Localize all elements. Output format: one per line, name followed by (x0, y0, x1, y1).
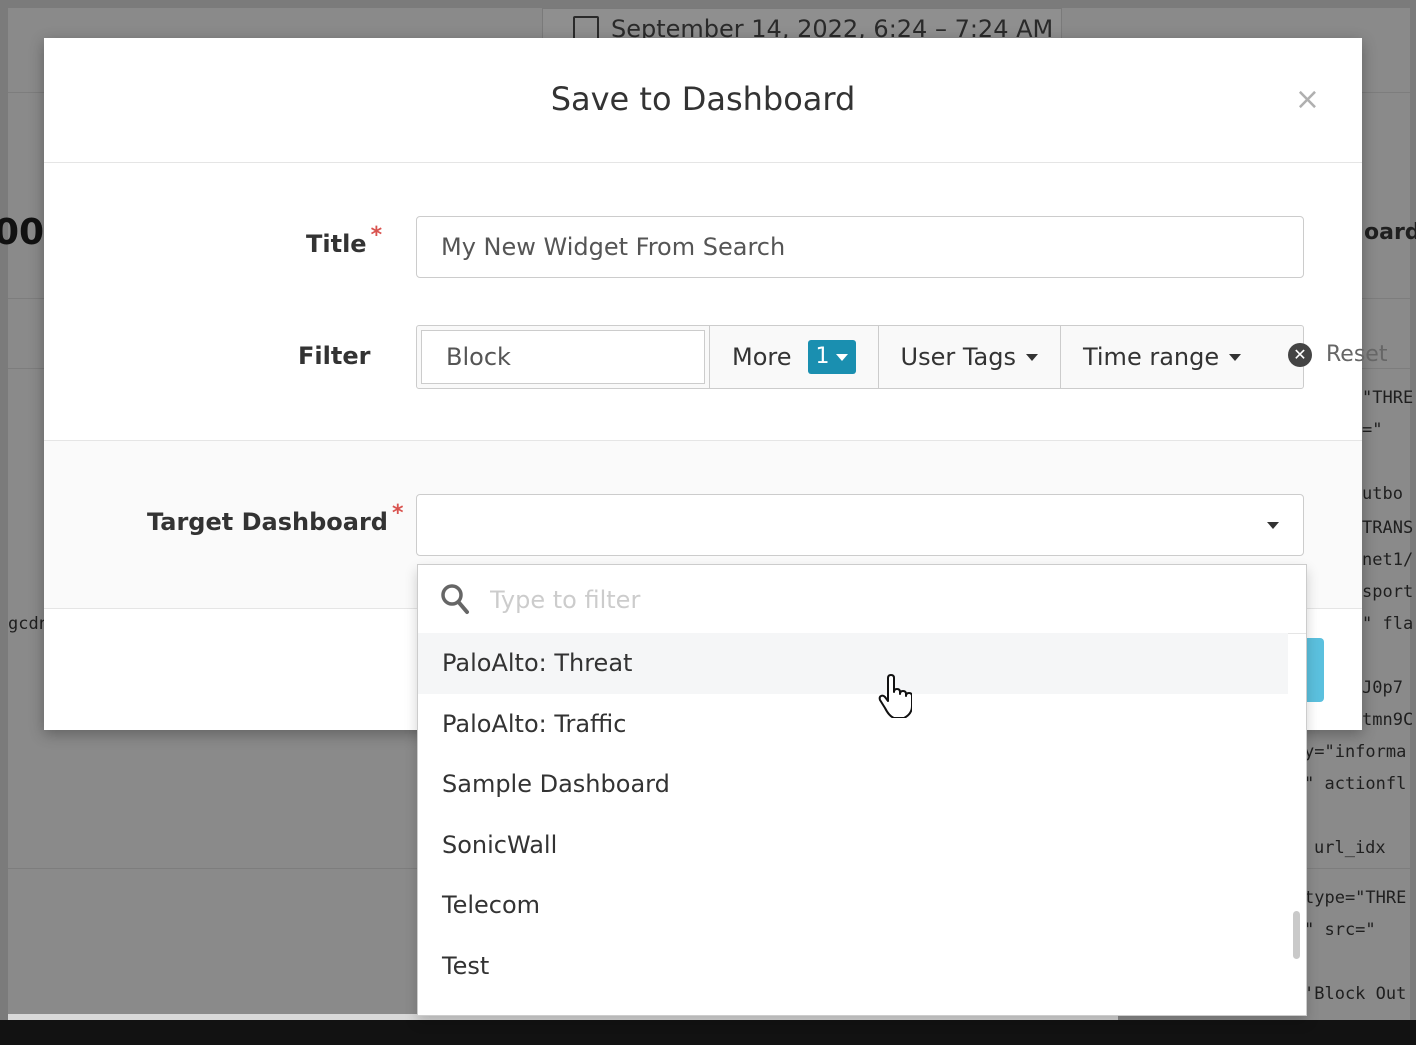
code-line: J0p7 (1362, 678, 1403, 698)
search-icon (441, 584, 469, 614)
user-tags-button[interactable]: User Tags (877, 326, 1060, 388)
target-dashboard-select[interactable] (416, 494, 1304, 556)
close-circle-icon: ✕ (1288, 342, 1312, 367)
background-label: oard (1364, 220, 1416, 245)
chevron-down-icon (1025, 353, 1038, 361)
dropdown-option[interactable]: Test (418, 936, 1288, 997)
filter-label: Filter (298, 342, 371, 370)
taskbar (0, 1020, 1416, 1045)
code-line: sport (1362, 582, 1414, 602)
code-line: net1/ (1362, 550, 1414, 570)
code-line: "THRE (1362, 388, 1414, 408)
filter-bar: Block More 1 User Tags Time range (416, 325, 1304, 389)
dropdown-option[interactable]: SonicWall (418, 815, 1288, 876)
calendar-icon (573, 16, 599, 40)
code-line: " actionfl (1304, 774, 1407, 794)
code-line: TRANS (1362, 518, 1414, 538)
dropdown-option[interactable]: Telecom (418, 875, 1288, 936)
code-line: y="informa (1304, 742, 1407, 762)
chevron-down-icon (1267, 522, 1279, 529)
code-line: " fla (1362, 614, 1414, 634)
dropdown-search (418, 565, 1306, 634)
user-tags-label: User Tags (900, 343, 1016, 371)
code-line: utbo (1362, 484, 1403, 504)
title-input[interactable] (416, 216, 1304, 278)
dropdown-filter-input[interactable] (488, 579, 1272, 621)
background-stat: 00 (0, 212, 45, 253)
more-count: 1 (815, 344, 830, 369)
code-line: =" (1362, 420, 1383, 440)
dropdown-option[interactable]: Sample Dashboard (418, 754, 1288, 815)
chevron-down-icon (835, 353, 848, 361)
dashboard-dropdown: PaloAlto: Threat PaloAlto: Traffic Sampl… (417, 564, 1307, 1016)
time-range-label: Time range (1082, 343, 1220, 371)
more-count-badge: 1 (807, 340, 856, 374)
dropdown-option[interactable]: PaloAlto: Threat (418, 633, 1288, 694)
filter-input[interactable]: Block (421, 330, 705, 384)
required-marker: * (391, 501, 404, 526)
code-line: url_idx (1314, 838, 1386, 858)
dropdown-option[interactable]: TrendMicro Vision One (418, 996, 1288, 1015)
dropdown-option[interactable]: PaloAlto: Traffic (418, 694, 1288, 755)
more-filter-button[interactable]: More 1 (709, 326, 878, 388)
title-label-text: Title (306, 230, 367, 258)
code-line: tmn9C (1362, 710, 1414, 730)
time-range-button[interactable]: Time range (1059, 326, 1263, 388)
reset-label: Reset (1326, 342, 1388, 367)
target-dashboard-label-text: Target Dashboard (147, 508, 388, 536)
reset-button[interactable]: ✕ Reset (1288, 342, 1387, 367)
modal-header: Save to Dashboard × (44, 38, 1362, 163)
title-label: Title * (306, 223, 382, 258)
dropdown-options: PaloAlto: Threat PaloAlto: Traffic Sampl… (418, 633, 1288, 1015)
code-line: type="THRE (1304, 888, 1407, 908)
more-label: More (732, 343, 792, 371)
dropdown-scrollbar[interactable] (1293, 911, 1300, 959)
code-line: 'Block Out (1304, 984, 1407, 1004)
code-line: " src=" (1304, 920, 1376, 940)
chevron-down-icon (1229, 353, 1242, 361)
hand-cursor-icon (878, 674, 912, 718)
required-marker: * (370, 223, 383, 248)
target-dashboard-label: Target Dashboard * (147, 501, 403, 536)
modal-title: Save to Dashboard (550, 80, 856, 118)
close-icon[interactable]: × (1295, 82, 1320, 117)
background-text: gcdn (8, 614, 49, 634)
